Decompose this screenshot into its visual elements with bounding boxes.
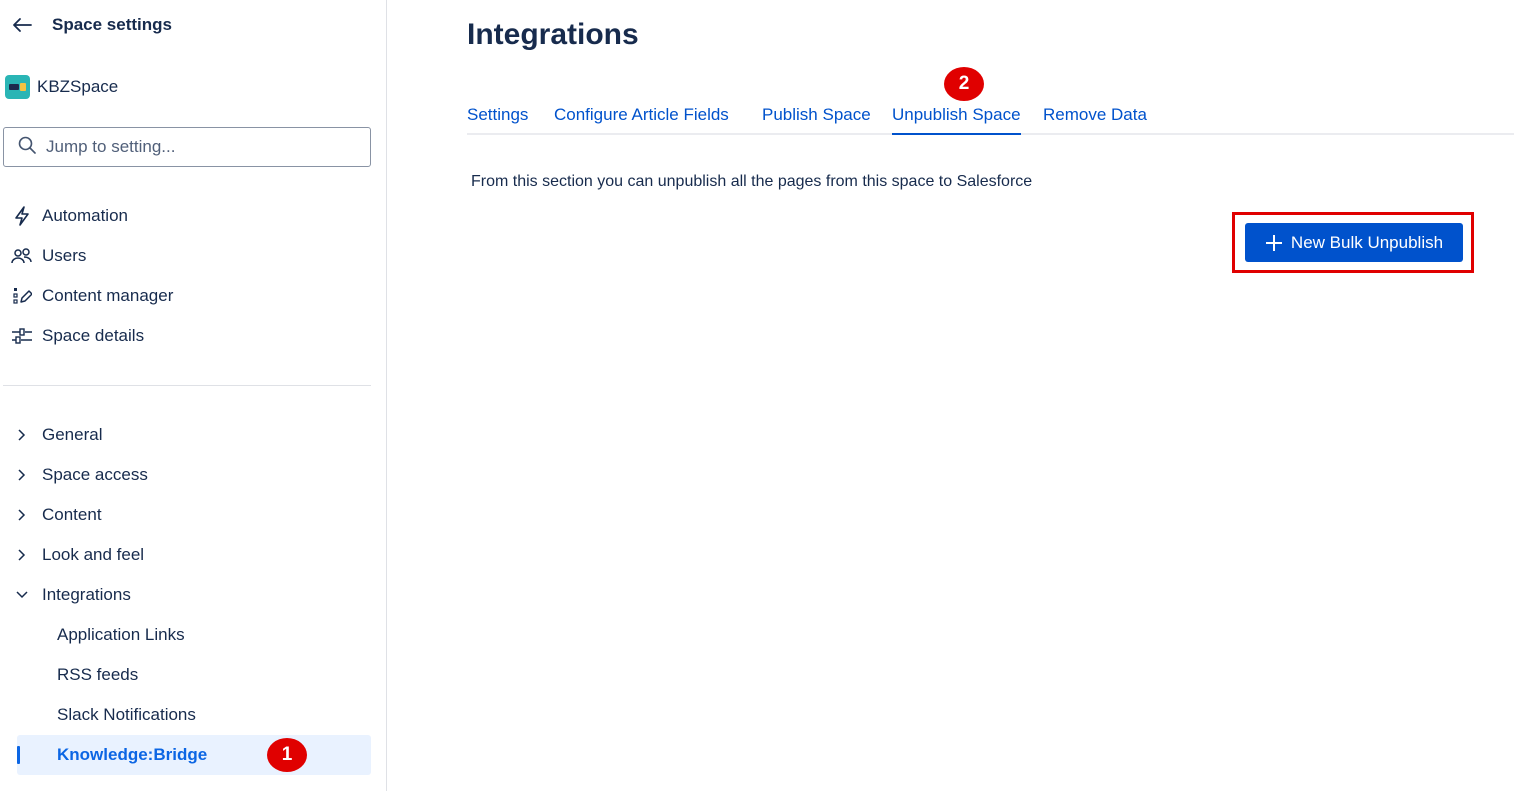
sliders-icon xyxy=(10,324,34,348)
tab-unpublish-space[interactable]: Unpublish Space xyxy=(892,100,1021,135)
space-name: KBZSpace xyxy=(37,77,119,96)
active-indicator xyxy=(17,746,20,764)
tree-item-general[interactable]: General xyxy=(12,420,370,450)
chevron-right-icon xyxy=(12,465,32,485)
sidebar-divider xyxy=(3,385,371,386)
section-description: From this section you can unpublish all … xyxy=(471,173,1033,190)
tree-item-label: Integrations xyxy=(42,585,131,604)
space-logo-icon xyxy=(5,75,30,99)
nav-item-automation[interactable]: Automation xyxy=(10,201,370,231)
sub-item-knowledge-bridge-label[interactable]: Knowledge:Bridge xyxy=(57,740,207,770)
tab-configure-article-fields[interactable]: Configure Article Fields xyxy=(554,100,729,133)
tree-item-label: General xyxy=(42,425,103,444)
nav-item-space-details[interactable]: Space details xyxy=(10,321,370,351)
sidebar-header: Space settings xyxy=(10,12,172,38)
page-title: Integrations xyxy=(467,18,639,51)
setting-search[interactable] xyxy=(3,127,371,167)
tree-item-label: Content xyxy=(42,505,102,524)
button-label: New Bulk Unpublish xyxy=(1290,232,1444,252)
chevron-down-icon xyxy=(12,585,32,605)
sidebar-title: Space settings xyxy=(52,15,172,34)
users-icon xyxy=(10,244,34,268)
tree-item-integrations[interactable]: Integrations xyxy=(12,580,370,610)
nav-item-label: Automation xyxy=(42,206,128,225)
search-icon xyxy=(18,136,36,159)
tree-item-label: Look and feel xyxy=(42,545,145,564)
tab-settings[interactable]: Settings xyxy=(467,100,528,133)
chevron-right-icon xyxy=(12,505,32,525)
sub-item-slack-notifications[interactable]: Slack Notifications xyxy=(57,700,196,730)
tab-publish-space[interactable]: Publish Space xyxy=(762,100,871,133)
step-badge-2: 2 xyxy=(944,67,984,101)
sub-item-application-links[interactable]: Application Links xyxy=(57,620,185,650)
search-input[interactable] xyxy=(46,137,346,157)
tab-bar: Settings Configure Article Fields Publis… xyxy=(467,100,1514,135)
chevron-right-icon xyxy=(12,545,32,565)
tree-item-look-and-feel[interactable]: Look and feel xyxy=(12,540,370,570)
nav-item-users[interactable]: Users xyxy=(10,241,370,271)
tree-item-label: Space access xyxy=(42,465,148,484)
tree-item-space-access[interactable]: Space access xyxy=(12,460,370,490)
nav-item-label: Space details xyxy=(42,326,145,345)
sub-item-rss-feeds[interactable]: RSS feeds xyxy=(57,660,138,690)
space-identity: KBZSpace xyxy=(5,74,118,100)
nav-item-label: Users xyxy=(42,246,87,265)
step-badge-1: 1 xyxy=(267,738,307,772)
new-bulk-unpublish-button[interactable]: New Bulk Unpublish xyxy=(1245,223,1463,262)
plus-icon xyxy=(1265,234,1283,252)
chevron-right-icon xyxy=(12,425,32,445)
sidebar: Space settings KBZSpace Automation Users… xyxy=(0,0,387,791)
lightning-icon xyxy=(10,204,34,228)
back-arrow-icon[interactable] xyxy=(10,13,34,37)
tab-remove-data[interactable]: Remove Data xyxy=(1043,100,1147,133)
tree-item-content[interactable]: Content xyxy=(12,500,370,530)
nav-item-content-manager[interactable]: Content manager xyxy=(10,281,370,311)
content-manager-icon xyxy=(10,284,34,308)
nav-item-label: Content manager xyxy=(42,286,174,305)
